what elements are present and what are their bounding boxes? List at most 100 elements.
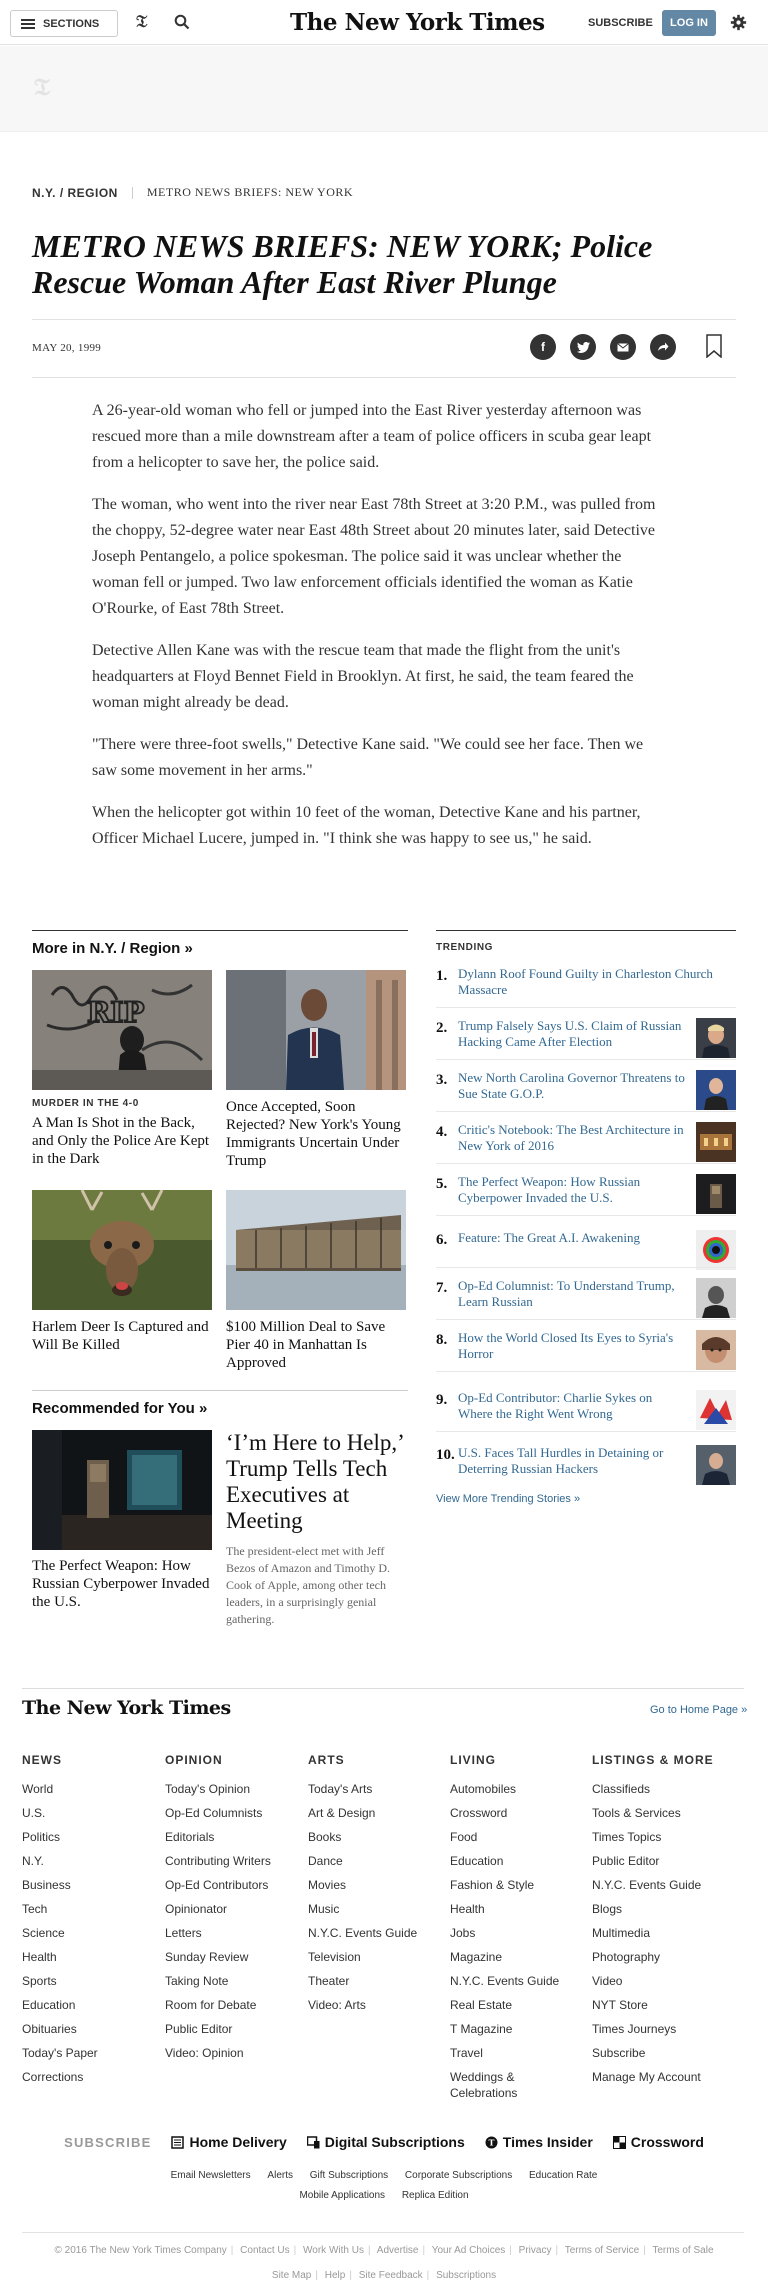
legal-link[interactable]: Subscriptions bbox=[436, 2270, 496, 2281]
trending-item[interactable]: 6. Feature: The Great A.I. Awakening bbox=[436, 1230, 736, 1270]
trending-item[interactable]: 1. Dylann Roof Found Guilty in Charlesto… bbox=[436, 966, 736, 998]
footer-link[interactable]: Opinionator bbox=[165, 1897, 305, 1921]
footer-small-link[interactable]: Education Rate bbox=[529, 2170, 597, 2181]
footer-link[interactable]: Obituaries bbox=[22, 2017, 162, 2041]
footer-column-heading[interactable]: ARTS bbox=[308, 1753, 448, 1767]
nyt-t-icon[interactable]: 𝔗 bbox=[136, 12, 147, 32]
footer-link[interactable]: Today's Paper bbox=[22, 2041, 162, 2065]
trending-title-link[interactable]: How the World Closed Its Eyes to Syria's… bbox=[458, 1330, 696, 1362]
footer-link[interactable]: Letters bbox=[165, 1921, 305, 1945]
trending-title-link[interactable]: New North Carolina Governor Threatens to… bbox=[458, 1070, 696, 1102]
sections-button[interactable]: SECTIONS bbox=[10, 10, 118, 37]
trending-item[interactable]: 4. Critic's Notebook: The Best Architect… bbox=[436, 1122, 736, 1162]
trending-thumbnail[interactable] bbox=[696, 1018, 736, 1058]
story-headline-link[interactable]: Once Accepted, Soon Rejected? New York's… bbox=[226, 1098, 411, 1170]
footer-small-link[interactable]: Mobile Applications bbox=[299, 2190, 385, 2201]
footer-link[interactable]: Today's Opinion bbox=[165, 1777, 305, 1801]
footer-link[interactable]: Times Topics bbox=[592, 1825, 752, 1849]
legal-link[interactable]: Site Map bbox=[272, 2270, 311, 2281]
footer-link[interactable]: Tools & Services bbox=[592, 1801, 752, 1825]
trending-item[interactable]: 2. Trump Falsely Says U.S. Claim of Russ… bbox=[436, 1018, 736, 1058]
footer-link[interactable]: Magazine bbox=[450, 1945, 590, 1969]
trending-thumbnail[interactable] bbox=[696, 1278, 736, 1318]
footer-column-heading[interactable]: OPINION bbox=[165, 1753, 305, 1767]
footer-link[interactable]: Weddings & Celebrations bbox=[450, 2065, 540, 2105]
footer-link[interactable]: Photography bbox=[592, 1945, 752, 1969]
home-page-link[interactable]: Go to Home Page » bbox=[650, 1704, 747, 1716]
subscribe-link[interactable]: SUBSCRIBE bbox=[588, 17, 653, 29]
footer-link[interactable]: N.Y. bbox=[22, 1849, 162, 1873]
footer-link[interactable]: World bbox=[22, 1777, 162, 1801]
footer-link[interactable]: Movies bbox=[308, 1873, 448, 1897]
trending-title-link[interactable]: U.S. Faces Tall Hurdles in Detaining or … bbox=[458, 1445, 696, 1477]
footer-link[interactable]: Taking Note bbox=[165, 1969, 305, 1993]
trending-item[interactable]: 8. How the World Closed Its Eyes to Syri… bbox=[436, 1330, 736, 1370]
footer-link[interactable]: Today's Arts bbox=[308, 1777, 448, 1801]
recommended-story-link[interactable]: The Perfect Weapon: How Russian Cyberpow… bbox=[32, 1557, 212, 1611]
footer-small-link[interactable]: Email Newsletters bbox=[171, 2170, 251, 2181]
facebook-share-button[interactable]: f bbox=[530, 334, 556, 360]
footer-link[interactable]: Video bbox=[592, 1969, 752, 1993]
footer-link[interactable]: Education bbox=[450, 1849, 590, 1873]
more-in-region-heading[interactable]: More in N.Y. / Region » bbox=[32, 940, 193, 957]
twitter-share-button[interactable] bbox=[570, 334, 596, 360]
trending-thumbnail[interactable] bbox=[696, 1070, 736, 1110]
footer-link[interactable]: Crossword bbox=[450, 1801, 590, 1825]
footer-link[interactable]: Sunday Review bbox=[165, 1945, 305, 1969]
login-button[interactable]: LOG IN bbox=[662, 10, 716, 36]
footer-link[interactable]: Blogs bbox=[592, 1897, 752, 1921]
legal-link[interactable]: Privacy bbox=[519, 2245, 552, 2256]
trending-thumbnail[interactable] bbox=[696, 1330, 736, 1370]
home-delivery-link[interactable]: Home Delivery bbox=[171, 2134, 287, 2150]
nyt-logo[interactable]: The New York Times bbox=[290, 9, 545, 36]
footer-link[interactable]: U.S. bbox=[22, 1801, 162, 1825]
times-insider-link[interactable]: T Times Insider bbox=[485, 2134, 593, 2150]
footer-link[interactable]: Multimedia bbox=[592, 1921, 752, 1945]
legal-link[interactable]: Help bbox=[325, 2270, 346, 2281]
story-headline-link[interactable]: A Man Is Shot in the Back, and Only the … bbox=[32, 1114, 217, 1168]
footer-link[interactable]: Travel bbox=[450, 2041, 590, 2065]
trending-item[interactable]: 5. The Perfect Weapon: How Russian Cyber… bbox=[436, 1174, 736, 1214]
recommended-heading[interactable]: Recommended for You » bbox=[32, 1400, 207, 1417]
footer-link[interactable]: Dance bbox=[308, 1849, 448, 1873]
digital-subscriptions-link[interactable]: Digital Subscriptions bbox=[306, 2134, 465, 2150]
search-icon[interactable] bbox=[174, 14, 190, 30]
trending-thumbnail[interactable] bbox=[696, 1122, 736, 1162]
footer-link[interactable]: Public Editor bbox=[165, 2017, 305, 2041]
footer-link[interactable]: Manage My Account bbox=[592, 2065, 752, 2089]
footer-link[interactable]: Subscribe bbox=[592, 2041, 752, 2065]
footer-link[interactable]: Health bbox=[22, 1945, 162, 1969]
legal-link[interactable]: Work With Us bbox=[303, 2245, 364, 2256]
footer-link[interactable]: Fashion & Style bbox=[450, 1873, 590, 1897]
footer-link[interactable]: Health bbox=[450, 1897, 590, 1921]
footer-link[interactable]: Op-Ed Columnists bbox=[165, 1801, 305, 1825]
footer-link[interactable]: Video: Arts bbox=[308, 1993, 448, 2017]
bookmark-icon[interactable] bbox=[706, 334, 722, 358]
trending-title-link[interactable]: Trump Falsely Says U.S. Claim of Russian… bbox=[458, 1018, 696, 1050]
trending-item[interactable]: 9. Op-Ed Contributor: Charlie Sykes on W… bbox=[436, 1390, 736, 1430]
email-share-button[interactable] bbox=[610, 334, 636, 360]
trending-title-link[interactable]: Critic's Notebook: The Best Architecture… bbox=[458, 1122, 696, 1154]
story-headline-link[interactable]: $100 Million Deal to Save Pier 40 in Man… bbox=[226, 1318, 411, 1372]
recommended-lead-headline[interactable]: ‘I’m Here to Help,’ Trump Tells Tech Exe… bbox=[226, 1430, 416, 1534]
legal-link[interactable]: Terms of Sale bbox=[652, 2245, 713, 2256]
kicker-section-link[interactable]: N.Y. / REGION bbox=[32, 186, 118, 200]
footer-link[interactable]: Television bbox=[308, 1945, 448, 1969]
footer-nyt-logo[interactable]: The New York Times bbox=[22, 1697, 231, 1719]
recommended-story-image[interactable] bbox=[32, 1430, 212, 1550]
trending-title-link[interactable]: Feature: The Great A.I. Awakening bbox=[458, 1230, 696, 1246]
footer-link[interactable]: Video: Opinion bbox=[165, 2041, 305, 2065]
view-more-trending-link[interactable]: View More Trending Stories » bbox=[436, 1493, 580, 1505]
footer-link[interactable]: Politics bbox=[22, 1825, 162, 1849]
footer-column-heading[interactable]: LIVING bbox=[450, 1753, 590, 1767]
legal-link[interactable]: Contact Us bbox=[240, 2245, 289, 2256]
footer-column-heading[interactable]: LISTINGS & MORE bbox=[592, 1753, 752, 1767]
story-image-graffiti[interactable]: RIP bbox=[32, 970, 212, 1090]
footer-link[interactable]: Public Editor bbox=[592, 1849, 752, 1873]
crossword-link[interactable]: Crossword bbox=[612, 2134, 704, 2150]
trending-thumbnail[interactable] bbox=[696, 1390, 736, 1430]
footer-small-link[interactable]: Gift Subscriptions bbox=[310, 2170, 388, 2181]
footer-link[interactable]: Classifieds bbox=[592, 1777, 752, 1801]
footer-link[interactable]: Editorials bbox=[165, 1825, 305, 1849]
footer-link[interactable]: N.Y.C. Events Guide bbox=[308, 1921, 448, 1945]
